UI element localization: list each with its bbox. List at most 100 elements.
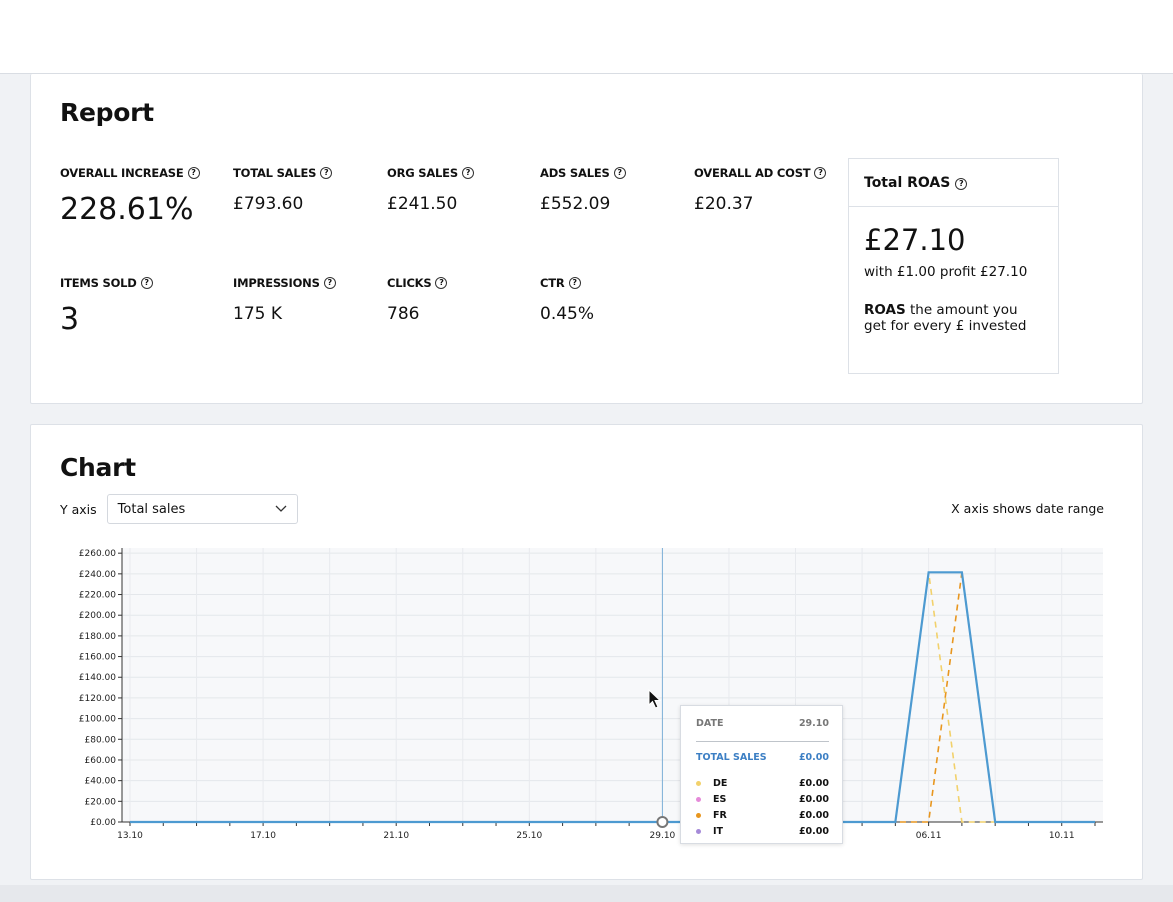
y-tick-label: £20.00 bbox=[85, 797, 117, 807]
roas-desc-bold: ROAS bbox=[864, 302, 906, 318]
metric-total-sales: TOTAL SALES? £793.60 bbox=[233, 166, 333, 214]
tooltip-series-row: FR £0.00 bbox=[696, 807, 829, 823]
tooltip-series-name: DE bbox=[696, 778, 727, 789]
y-axis-select-value: Total sales bbox=[117, 501, 186, 517]
metric-value: £20.37 bbox=[694, 194, 754, 214]
metric-value: 0.45% bbox=[540, 304, 595, 324]
bottom-strip bbox=[0, 885, 1173, 902]
tooltip-date-label: DATE bbox=[696, 718, 724, 729]
series-dot-icon bbox=[696, 812, 701, 818]
help-icon[interactable]: ? bbox=[814, 167, 827, 179]
top-bar bbox=[0, 0, 1173, 74]
tooltip-series-name: FR bbox=[696, 810, 727, 821]
tooltip-series-name: ES bbox=[696, 794, 726, 805]
metric-value: 228.61% bbox=[60, 192, 194, 227]
y-axis-select[interactable]: Total sales bbox=[106, 494, 298, 524]
y-tick-label: £40.00 bbox=[85, 777, 117, 787]
tooltip-total-label: TOTAL SALES bbox=[696, 752, 767, 763]
help-icon[interactable]: ? bbox=[568, 277, 581, 289]
metric-value: £552.09 bbox=[540, 194, 611, 214]
x-tick-label: 17.10 bbox=[250, 831, 276, 841]
chart-title: Chart bbox=[60, 453, 136, 482]
tooltip-date-value: 29.10 bbox=[798, 718, 829, 729]
help-icon[interactable]: ? bbox=[140, 277, 153, 289]
roas-value: £27.10 bbox=[864, 223, 966, 257]
help-icon[interactable]: ? bbox=[461, 167, 474, 179]
chart-tooltip: DATE 29.10 TOTAL SALES £0.00 DE £0.00 ES £0… bbox=[680, 705, 843, 844]
tooltip-series-name: IT bbox=[696, 826, 723, 837]
y-tick-label: £160.00 bbox=[79, 653, 116, 663]
metric-value: £793.60 bbox=[233, 194, 304, 214]
help-icon[interactable]: ? bbox=[187, 167, 200, 179]
chart-card: Chart Y axis Total sales X axis shows da… bbox=[30, 424, 1143, 880]
x-tick-label: 06.11 bbox=[916, 831, 942, 841]
tooltip-series-value: £0.00 bbox=[798, 809, 829, 821]
tooltip-series-label: ES bbox=[713, 793, 727, 805]
metric-ads-sales: ADS SALES? £552.09 bbox=[540, 166, 626, 214]
metric-org-sales: ORG SALES? £241.50 bbox=[387, 166, 474, 214]
series-dot-icon bbox=[696, 828, 701, 834]
y-tick-label: £0.00 bbox=[90, 818, 116, 828]
series-dot-icon bbox=[696, 780, 701, 786]
metric-label: ADS SALES bbox=[540, 166, 610, 180]
x-tick-label: 21.10 bbox=[383, 831, 409, 841]
x-tick-label: 10.11 bbox=[1049, 831, 1075, 841]
x-tick-label: 29.10 bbox=[650, 831, 676, 841]
metric-label: CTR bbox=[540, 276, 565, 290]
metric-overall-ad-cost: OVERALL AD COST? £20.37 bbox=[694, 166, 827, 214]
metric-label: TOTAL SALES bbox=[233, 166, 317, 180]
tooltip-series-value: £0.00 bbox=[798, 825, 829, 837]
metric-clicks: CLICKS? 786 bbox=[387, 276, 448, 324]
tooltip-series-label: DE bbox=[713, 777, 728, 789]
tooltip-series-value: £0.00 bbox=[798, 777, 829, 789]
hover-point bbox=[656, 816, 669, 828]
tooltip-series-label: IT bbox=[713, 825, 724, 837]
series-dot-icon bbox=[696, 796, 701, 802]
y-axis-selector-row: Y axis Total sales bbox=[60, 494, 298, 524]
x-tick-label: 13.10 bbox=[117, 831, 143, 841]
sales-line-chart[interactable]: £0.00 £20.00 £40.00 £60.00 £80.00 £100.00 £120… bbox=[31, 535, 1144, 865]
tooltip-series-row: ES £0.00 bbox=[696, 791, 829, 807]
x-axis-note: X axis shows date range bbox=[951, 501, 1104, 516]
metric-label: CLICKS bbox=[387, 276, 432, 290]
y-tick-label: £60.00 bbox=[85, 756, 117, 766]
x-tick-label: 25.10 bbox=[516, 831, 542, 841]
metric-overall-increase: OVERALL INCREASE? 228.61% bbox=[60, 166, 200, 227]
help-icon[interactable]: ? bbox=[323, 277, 336, 289]
metric-ctr: CTR? 0.45% bbox=[540, 276, 594, 324]
metric-value: £241.50 bbox=[387, 194, 458, 214]
roas-profit: with £1.00 profit £27.10 bbox=[864, 264, 1028, 280]
y-tick-label: £80.00 bbox=[85, 735, 117, 745]
roas-title: Total ROAS bbox=[864, 175, 951, 191]
metric-value: 3 bbox=[60, 302, 80, 337]
tooltip-series-row: DE £0.00 bbox=[696, 775, 829, 791]
help-icon[interactable]: ? bbox=[320, 167, 333, 179]
y-tick-label: £240.00 bbox=[79, 570, 116, 580]
metric-value: 786 bbox=[387, 304, 420, 324]
metric-label: OVERALL AD COST bbox=[694, 166, 811, 180]
tooltip-series-row: IT £0.00 bbox=[696, 823, 829, 839]
metric-label: ORG SALES bbox=[387, 166, 458, 180]
help-icon[interactable]: ? bbox=[435, 277, 448, 289]
y-tick-label: £200.00 bbox=[79, 611, 116, 621]
y-tick-label: £260.00 bbox=[79, 549, 116, 559]
report-title: Report bbox=[60, 98, 154, 127]
tooltip-series-list: DE £0.00 ES £0.00 FR £0.00 IT £0.00 bbox=[696, 775, 829, 839]
tooltip-series-label: FR bbox=[713, 809, 727, 821]
tooltip-total-value: £0.00 bbox=[798, 752, 829, 763]
y-tick-label: £120.00 bbox=[79, 694, 116, 704]
chevron-down-icon bbox=[275, 505, 287, 512]
roas-description: ROAS the amount you get for every £ inve… bbox=[849, 280, 1058, 334]
mouse-pointer-icon bbox=[648, 689, 662, 709]
metric-items-sold: ITEMS SOLD? 3 bbox=[60, 276, 153, 337]
tooltip-series-value: £0.00 bbox=[798, 793, 829, 805]
y-tick-label: £220.00 bbox=[79, 591, 116, 601]
roas-panel: Total ROAS? £27.10 with £1.00 profit £27… bbox=[848, 158, 1059, 374]
metric-label: ITEMS SOLD bbox=[60, 276, 137, 290]
y-axis-label: Y axis bbox=[60, 501, 97, 517]
metric-impressions: IMPRESSIONS? 175 K bbox=[233, 276, 336, 324]
metric-value: 175 K bbox=[233, 304, 282, 324]
metric-label: IMPRESSIONS bbox=[233, 276, 320, 290]
help-icon[interactable]: ? bbox=[613, 167, 626, 179]
help-icon[interactable]: ? bbox=[955, 178, 968, 190]
